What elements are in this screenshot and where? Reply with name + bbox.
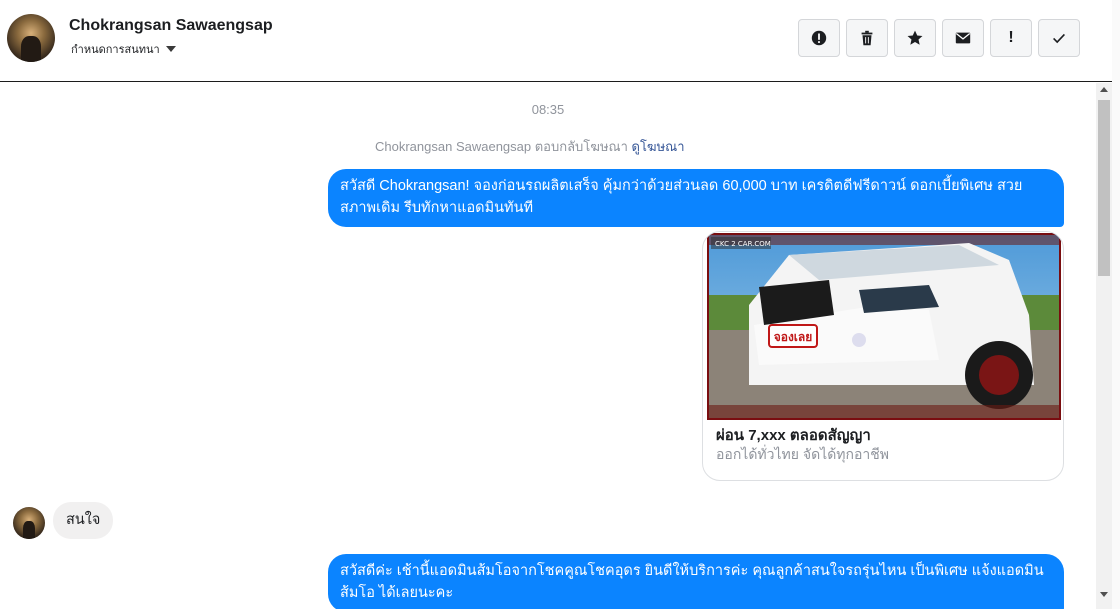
window-edge <box>1112 0 1120 609</box>
sender-avatar[interactable] <box>13 507 45 539</box>
star-icon <box>907 30 923 45</box>
alert-circle-icon <box>811 30 827 46</box>
ad-image-watermark: CKC 2 CAR.COM <box>715 240 771 248</box>
trash-icon <box>861 30 873 46</box>
conversation-settings-label: กำหนดการสนทนา <box>71 44 160 56</box>
timestamp: 08:35 <box>531 102 565 117</box>
ad-card[interactable]: จองเลย CKC 2 CAR.COM ผ่อน 7,xxx ตลอดสัญญ… <box>702 231 1064 481</box>
outgoing-message[interactable]: สวัสดี Chokrangsan! จองก่อนรถผลิตเสร็จ ค… <box>328 169 1064 227</box>
incoming-message[interactable]: สนใจ <box>53 502 114 539</box>
scroll-up-arrow-icon[interactable] <box>1100 87 1108 92</box>
contact-name[interactable]: Chokrangsan Sawaengsap <box>69 17 273 35</box>
view-ad-link[interactable]: ดูโฆษณา <box>632 139 685 154</box>
conversation-settings-dropdown[interactable]: กำหนดการสนทนา <box>71 40 176 58</box>
envelope-icon <box>955 32 971 44</box>
mark-done-button[interactable] <box>1038 19 1080 57</box>
message-thread[interactable]: 08:35 Chokrangsan Sawaengsap ตอบกลับโฆษณ… <box>0 83 1096 609</box>
follow-up-button[interactable]: ! <box>990 19 1032 57</box>
mark-unread-button[interactable] <box>942 19 984 57</box>
ad-car-image[interactable]: จองเลย CKC 2 CAR.COM <box>707 233 1061 420</box>
scroll-down-arrow-icon[interactable] <box>1100 592 1108 597</box>
pickup-truck-photo: จองเลย CKC 2 CAR.COM <box>709 235 1059 418</box>
ad-image-badge: จองเลย <box>774 330 813 344</box>
contact-avatar[interactable] <box>7 14 55 62</box>
mark-spam-button[interactable] <box>798 19 840 57</box>
outgoing-message[interactable]: สวัสดีค่ะ เช้านี้แอดมินส้มโอจากโชคคูณโชค… <box>328 554 1064 609</box>
check-icon <box>1053 33 1065 44</box>
ad-reply-note-text: Chokrangsan Sawaengsap ตอบกลับโฆษณา <box>375 139 628 154</box>
exclamation-icon: ! <box>1008 29 1014 46</box>
scrollbar-thumb[interactable] <box>1098 100 1110 276</box>
conversation-header: Chokrangsan Sawaengsap กำหนดการสนทนา ! <box>0 0 1112 82</box>
ad-card-subtitle: ออกได้ทั่วไทย จัดได้ทุกอาชีพ <box>716 446 890 462</box>
thread-scrollbar[interactable] <box>1096 83 1112 609</box>
delete-button[interactable] <box>846 19 888 57</box>
star-button[interactable] <box>894 19 936 57</box>
caret-down-icon <box>165 46 176 52</box>
action-toolbar: ! <box>798 19 1080 57</box>
ad-reply-note: Chokrangsan Sawaengsap ตอบกลับโฆษณา ดูโฆ… <box>375 136 685 157</box>
